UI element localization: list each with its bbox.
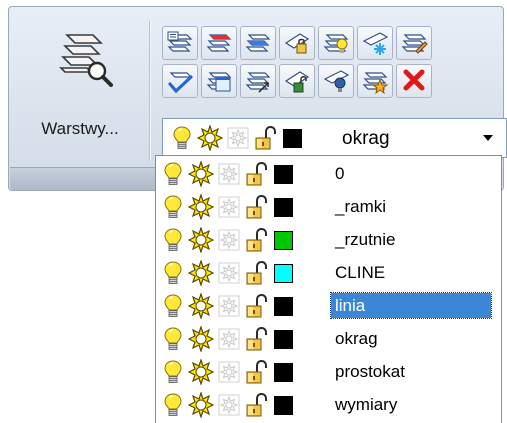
sun-icon[interactable] bbox=[188, 326, 214, 352]
layer-delete-button[interactable] bbox=[396, 64, 432, 98]
layer-match-button[interactable] bbox=[162, 26, 198, 60]
open-padlock-icon[interactable] bbox=[244, 227, 270, 253]
open-padlock-icon[interactable] bbox=[244, 359, 270, 385]
sun-icon[interactable] bbox=[188, 260, 214, 286]
layer-color-swatch[interactable] bbox=[274, 296, 293, 316]
lightbulb-icon[interactable] bbox=[160, 293, 186, 319]
layer-unlock-button[interactable] bbox=[279, 64, 315, 98]
layer-row[interactable]: _rzutnie bbox=[156, 224, 496, 257]
layer-arrow-icon bbox=[243, 67, 273, 93]
sun-icon[interactable] bbox=[188, 359, 214, 385]
sun-viewport-icon[interactable] bbox=[225, 125, 251, 151]
layer-list: 0 _ramki _rzutnie CLINE linia okrag pros… bbox=[155, 155, 502, 423]
open-padlock-icon[interactable] bbox=[244, 293, 270, 319]
dropdown-arrow-button[interactable] bbox=[471, 120, 505, 156]
layer-name: _rzutnie bbox=[335, 230, 396, 249]
layer-color-swatch[interactable] bbox=[274, 263, 293, 283]
lightbulb-icon[interactable] bbox=[160, 161, 186, 187]
sun-viewport-icon[interactable] bbox=[216, 293, 242, 319]
layer-row-selected[interactable]: linia bbox=[156, 290, 496, 323]
lightbulb-icon[interactable] bbox=[160, 194, 186, 220]
lightbulb-icon[interactable] bbox=[160, 359, 186, 385]
sun-viewport-icon[interactable] bbox=[216, 392, 242, 418]
layer-walk-button[interactable] bbox=[240, 64, 276, 98]
layer-name: linia bbox=[330, 292, 492, 319]
sun-viewport-icon[interactable] bbox=[216, 326, 242, 352]
layer-merge-button[interactable] bbox=[396, 26, 432, 60]
sun-icon[interactable] bbox=[197, 125, 223, 151]
layer-row[interactable]: wymiary bbox=[156, 389, 496, 422]
layer-check-icon bbox=[168, 72, 193, 94]
layer-row[interactable]: okrag bbox=[156, 323, 496, 356]
current-layer-name: okrag bbox=[342, 128, 390, 149]
sun-icon[interactable] bbox=[188, 161, 214, 187]
layer-row[interactable]: 0 bbox=[156, 158, 496, 191]
layer-stack-magnifier-icon bbox=[59, 34, 113, 87]
layer-pencil-icon bbox=[399, 29, 428, 54]
lightbulb-icon[interactable] bbox=[160, 227, 186, 253]
layer-color-swatch[interactable] bbox=[274, 197, 293, 217]
sun-viewport-icon[interactable] bbox=[216, 359, 242, 385]
layer-name: 0 bbox=[335, 164, 345, 183]
layer-color-swatch[interactable] bbox=[274, 362, 293, 382]
lightbulb-icon[interactable] bbox=[160, 260, 186, 286]
layer-name: prostokat bbox=[335, 362, 405, 381]
layer-unlock-icon bbox=[284, 71, 310, 93]
layer-color-swatch[interactable] bbox=[274, 230, 293, 250]
layer-color-swatch[interactable] bbox=[283, 128, 302, 148]
sun-viewport-icon[interactable] bbox=[216, 161, 242, 187]
lightbulb-icon[interactable] bbox=[160, 392, 186, 418]
lightbulb-icon[interactable] bbox=[169, 125, 195, 151]
layer-list-icon bbox=[167, 31, 195, 57]
layer-previous-button[interactable] bbox=[201, 26, 237, 60]
layer-row[interactable]: CLINE bbox=[156, 257, 496, 290]
layer-color-swatch[interactable] bbox=[274, 329, 293, 349]
sun-viewport-icon[interactable] bbox=[216, 194, 242, 220]
chevron-down-icon bbox=[483, 135, 493, 141]
open-padlock-icon[interactable] bbox=[244, 194, 270, 220]
layer-on-button[interactable] bbox=[318, 26, 354, 60]
layer-off-button[interactable] bbox=[318, 64, 354, 98]
sun-icon[interactable] bbox=[188, 392, 214, 418]
layer-snowflake-icon bbox=[362, 32, 389, 55]
sun-viewport-icon[interactable] bbox=[216, 227, 242, 253]
close-icon bbox=[403, 69, 425, 91]
layer-states-button[interactable] bbox=[201, 64, 237, 98]
layer-name: wymiary bbox=[335, 395, 398, 414]
sun-icon[interactable] bbox=[188, 293, 214, 319]
layer-name: CLINE bbox=[335, 263, 386, 282]
open-padlock-icon[interactable] bbox=[244, 161, 270, 187]
sun-icon[interactable] bbox=[188, 227, 214, 253]
layer-bulb-icon bbox=[321, 29, 351, 53]
layer-blue-icon bbox=[243, 29, 273, 57]
layer-properties-label: Warstwy... bbox=[41, 119, 119, 138]
layer-bulb-off-icon bbox=[323, 70, 350, 92]
sun-viewport-icon[interactable] bbox=[216, 260, 242, 286]
layer-row[interactable]: prostokat bbox=[156, 356, 496, 389]
layer-properties-button[interactable]: Warstwy... bbox=[19, 23, 141, 151]
layer-name: _ramki bbox=[335, 197, 387, 216]
layer-isolate-button[interactable] bbox=[240, 26, 276, 60]
open-padlock-icon[interactable] bbox=[244, 326, 270, 352]
layer-make-current-button[interactable] bbox=[162, 64, 198, 98]
layer-lock-icon bbox=[284, 33, 310, 54]
layer-freeze-button[interactable] bbox=[357, 64, 393, 98]
layer-name: okrag bbox=[335, 329, 378, 348]
layer-dropdown[interactable]: okrag bbox=[162, 118, 507, 158]
open-padlock-icon[interactable] bbox=[244, 392, 270, 418]
open-padlock-icon[interactable] bbox=[253, 125, 279, 151]
layer-row[interactable]: _ramki bbox=[156, 191, 496, 224]
open-padlock-icon[interactable] bbox=[244, 260, 270, 286]
layer-thaw-button[interactable] bbox=[357, 26, 393, 60]
layer-color-swatch[interactable] bbox=[274, 164, 293, 184]
layer-dialog-icon bbox=[204, 67, 234, 92]
sun-icon[interactable] bbox=[188, 194, 214, 220]
panel-separator bbox=[149, 21, 150, 161]
layer-color-swatch[interactable] bbox=[274, 395, 293, 415]
layer-red-icon bbox=[204, 29, 234, 57]
lightbulb-icon[interactable] bbox=[160, 326, 186, 352]
layer-lock-button[interactable] bbox=[279, 26, 315, 60]
layer-star-icon bbox=[360, 67, 389, 95]
